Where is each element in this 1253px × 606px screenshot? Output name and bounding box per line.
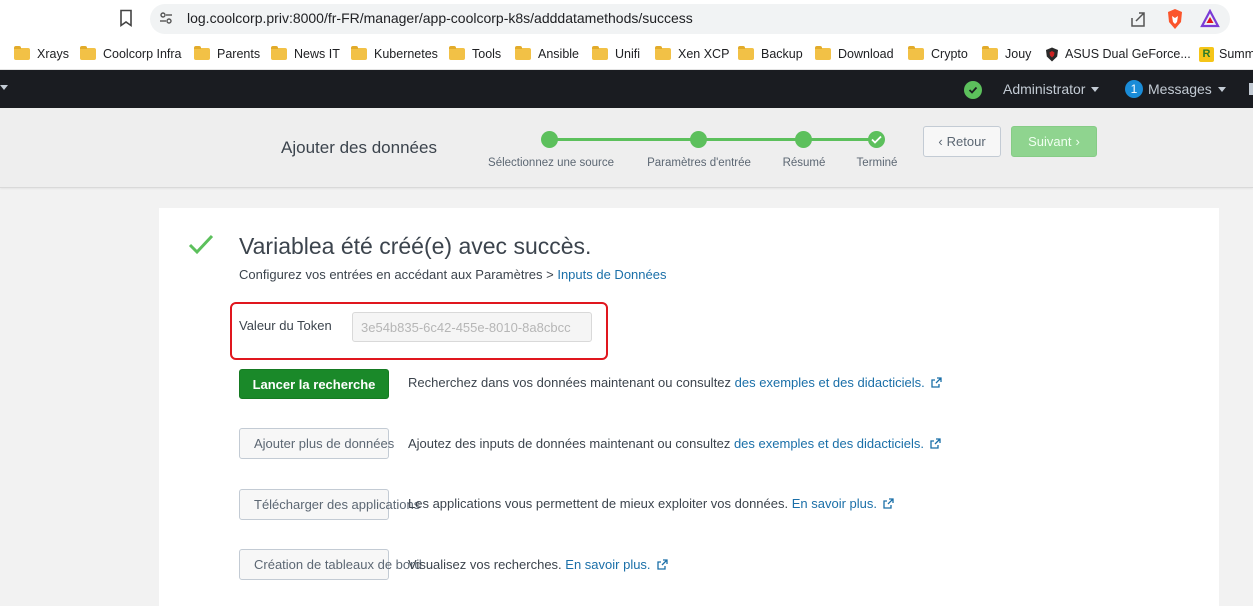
examples-link[interactable]: des exemples et des didacticiels. xyxy=(735,375,925,390)
bookmark-item[interactable]: Download xyxy=(815,46,894,62)
bookmark-item[interactable]: R Summ xyxy=(1199,46,1253,62)
learn-more-link[interactable]: En savoir plus. xyxy=(565,557,650,572)
action-description: Visualisez vos recherches. En savoir plu… xyxy=(408,557,668,572)
messages-count-badge: 1 xyxy=(1125,80,1143,98)
bookmark-item[interactable]: Tools xyxy=(449,46,501,62)
chevron-right-icon: › xyxy=(1075,134,1080,149)
inputs-link[interactable]: Inputs de Données xyxy=(557,267,666,282)
bookmark-item[interactable]: Jouy xyxy=(982,46,1031,62)
wizard-progress-line xyxy=(549,138,876,141)
bookmark-item[interactable]: Xen XCP xyxy=(655,46,729,62)
folder-icon xyxy=(815,46,831,60)
caret-down-icon xyxy=(1091,86,1100,92)
shield-icon xyxy=(1046,47,1058,61)
bookmark-item[interactable]: Xrays xyxy=(14,46,69,62)
back-button[interactable]: ‹ Retour xyxy=(923,126,1001,157)
bookmark-item[interactable]: Crypto xyxy=(908,46,968,62)
bookmarks-bar: Xrays Coolcorp Infra Parents News IT Kub… xyxy=(0,38,1253,70)
step-label: Sélectionnez une source xyxy=(488,157,614,169)
step-dot xyxy=(795,131,812,148)
folder-icon xyxy=(982,46,998,60)
external-link-icon xyxy=(930,438,941,449)
brave-shield-icon[interactable] xyxy=(1165,8,1185,30)
examples-link[interactable]: des exemples et des didacticiels. xyxy=(734,436,924,451)
add-more-data-button[interactable]: Ajouter plus de données xyxy=(239,428,394,459)
bookmark-item[interactable]: Parents xyxy=(194,46,260,62)
folder-icon xyxy=(80,46,96,60)
action-description: Recherchez dans vos données maintenant o… xyxy=(408,375,942,390)
step-dot xyxy=(690,131,707,148)
success-subtitle: Configurez vos entrées en accédant aux P… xyxy=(239,267,667,282)
start-search-button[interactable]: Lancer la recherche xyxy=(239,369,389,399)
success-check-icon xyxy=(188,234,214,255)
create-dashboards-button[interactable]: Création de tableaux de bord xyxy=(239,549,422,580)
folder-icon xyxy=(271,46,287,60)
bookmark-icon[interactable] xyxy=(116,8,136,28)
folder-icon xyxy=(655,46,671,60)
action-description: Les applications vous permettent de mieu… xyxy=(408,496,894,511)
step-label: Terminé xyxy=(856,157,898,169)
download-apps-button[interactable]: Télécharger des applications xyxy=(239,489,420,520)
step-dot xyxy=(541,131,558,148)
bookmark-item[interactable]: ASUS Dual GeForce... xyxy=(1045,46,1191,62)
token-field[interactable] xyxy=(352,312,592,342)
external-link-icon xyxy=(883,498,894,509)
caret-down-icon xyxy=(1217,86,1226,92)
bookmark-item[interactable]: Backup xyxy=(738,46,803,62)
bookmark-item[interactable]: Kubernetes xyxy=(351,46,438,62)
health-status-icon[interactable] xyxy=(964,81,982,99)
folder-icon xyxy=(908,46,924,60)
bookmark-item[interactable]: Unifi xyxy=(592,46,640,62)
bookmark-item[interactable]: News IT xyxy=(271,46,340,62)
external-link-icon xyxy=(656,559,668,570)
external-link-icon xyxy=(931,377,942,388)
share-icon[interactable] xyxy=(1128,9,1148,29)
apps-caret-icon[interactable] xyxy=(0,85,8,90)
bookmark-item[interactable]: Ansible xyxy=(515,46,579,62)
folder-icon xyxy=(351,46,367,60)
success-title: Variablea été créé(e) avec succès. xyxy=(239,233,592,259)
bookmark-item[interactable]: Coolcorp Infra xyxy=(80,46,182,62)
folder-icon xyxy=(14,46,30,60)
header-overflow[interactable] xyxy=(1249,83,1253,95)
url-text[interactable]: log.coolcorp.priv:8000/fr-FR/manager/app… xyxy=(187,10,693,26)
messages-menu[interactable]: Messages xyxy=(1148,81,1226,97)
folder-icon xyxy=(592,46,608,60)
chevron-left-icon: ‹ xyxy=(938,134,943,149)
step-label: Paramètres d'entrée xyxy=(647,157,751,169)
rewards-icon[interactable] xyxy=(1200,9,1220,29)
folder-icon xyxy=(738,46,754,60)
folder-icon xyxy=(449,46,465,60)
folder-icon xyxy=(194,46,210,60)
user-menu[interactable]: Administrator xyxy=(1003,81,1100,97)
action-description: Ajoutez des inputs de données maintenant… xyxy=(408,436,941,451)
token-label: Valeur du Token xyxy=(239,318,332,333)
site-settings-icon[interactable] xyxy=(158,10,174,26)
wizard-title: Ajouter des données xyxy=(281,138,437,157)
learn-more-link[interactable]: En savoir plus. xyxy=(792,496,877,511)
step-label: Résumé xyxy=(782,157,826,169)
r-logo-icon: R xyxy=(1199,46,1214,62)
step-done-check-icon xyxy=(868,131,885,148)
next-button[interactable]: Suivant › xyxy=(1011,126,1097,157)
folder-icon xyxy=(515,46,531,60)
